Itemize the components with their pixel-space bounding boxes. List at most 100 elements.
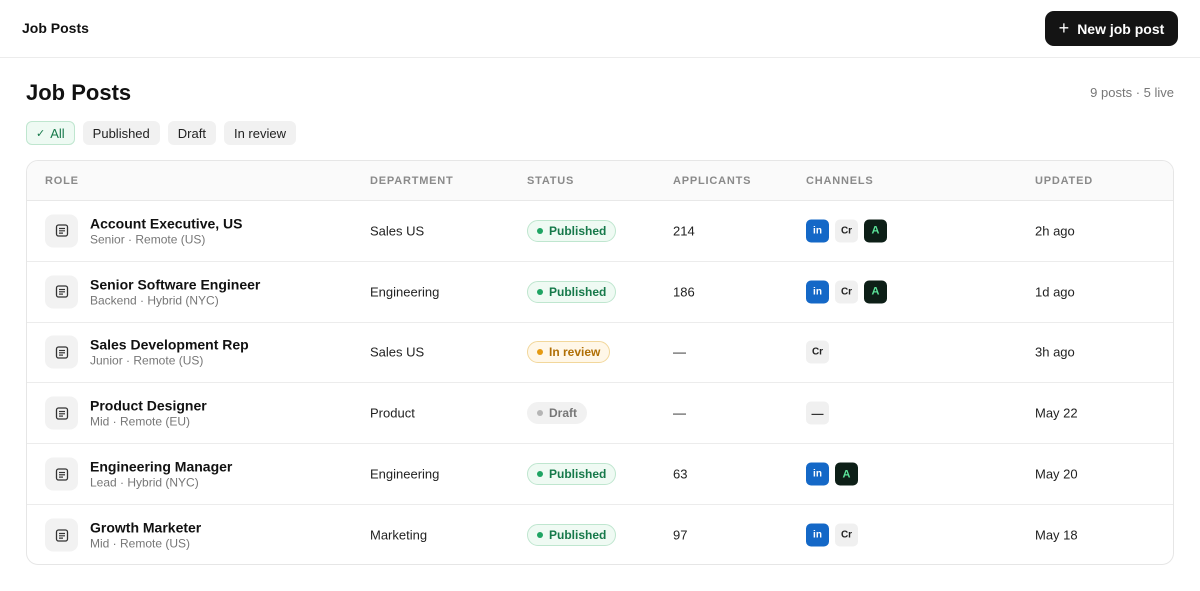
document-icon: [45, 518, 78, 552]
new-job-post-label: New job post: [1077, 20, 1165, 37]
role-cell: Senior Software Engineer Backend · Hybrid…: [45, 275, 260, 309]
status-cell: Published: [527, 524, 617, 547]
column-header-applicants[interactable]: APPLICANTS: [673, 175, 751, 187]
channel-a-icon: A: [835, 462, 858, 486]
document-icon: [45, 335, 78, 369]
role-title[interactable]: Engineering Manager: [90, 458, 232, 476]
role-subtitle: Mid · Remote (EU): [90, 414, 191, 429]
status-dot-icon: [537, 410, 543, 417]
status-dot-icon: [537, 349, 543, 356]
table-row[interactable]: Senior Software Engineer Backend · Hybrid…: [27, 262, 1173, 323]
status-label: Draft: [549, 406, 578, 421]
status-label: Published: [549, 467, 607, 482]
column-header-channels[interactable]: CHANNELS: [806, 175, 874, 187]
applicants-cell: —: [673, 405, 686, 421]
no-channel-icon: —: [806, 401, 829, 425]
status-label: Published: [549, 223, 607, 238]
department-cell: Engineering: [370, 466, 440, 482]
channel-a-icon: A: [864, 219, 887, 243]
status-badge: Published: [527, 524, 617, 547]
role-title[interactable]: Account Executive, US: [90, 214, 243, 232]
status-dot-icon: [537, 471, 543, 478]
updated-cell: May 18: [1035, 527, 1078, 543]
status-cell: Published: [527, 219, 617, 242]
channel-a-icon: A: [864, 280, 887, 304]
table-row[interactable]: Account Executive, US Senior · Remote (US…: [27, 201, 1173, 262]
filter-chip-label: Draft: [177, 125, 206, 141]
role-subtitle: Senior · Remote (US): [90, 232, 206, 247]
applicants-cell: 97: [673, 527, 688, 543]
channels-cell: Cr: [806, 340, 829, 364]
role-title[interactable]: Growth Marketer: [90, 519, 201, 537]
status-label: In review: [549, 345, 601, 360]
status-badge: In review: [527, 341, 611, 364]
department-cell: Marketing: [370, 527, 428, 543]
updated-cell: 2h ago: [1035, 223, 1075, 239]
careers-channel-icon: Cr: [835, 280, 858, 304]
page-title: Job Posts: [26, 80, 132, 105]
plus-icon: +: [1058, 17, 1070, 38]
status-cell: Published: [527, 463, 617, 486]
status-dot-icon: [537, 532, 543, 539]
status-badge: Published: [527, 280, 617, 303]
status-badge: Published: [527, 463, 617, 486]
table-row[interactable]: Growth Marketer Mid · Remote (US) Marketin…: [27, 505, 1173, 564]
careers-channel-icon: Cr: [835, 523, 858, 547]
status-cell: Published: [527, 280, 617, 303]
updated-cell: 1d ago: [1035, 284, 1075, 300]
table-row[interactable]: Sales Development Rep Junior · Remote (US…: [27, 323, 1173, 384]
top-bar: Job Posts + New job post: [0, 0, 1200, 58]
applicants-cell: —: [673, 344, 686, 360]
channels-cell: —: [806, 401, 829, 425]
document-icon: [45, 396, 78, 430]
updated-cell: May 20: [1035, 466, 1078, 482]
role-cell: Growth Marketer Mid · Remote (US): [45, 518, 201, 552]
status-badge: Published: [527, 219, 617, 242]
filter-chip-in-review[interactable]: In review: [223, 121, 296, 145]
role-title[interactable]: Senior Software Engineer: [90, 275, 260, 293]
role-title[interactable]: Sales Development Rep: [90, 336, 249, 354]
status-dot-icon: [537, 288, 543, 295]
app-title: Job Posts: [22, 20, 89, 36]
role-subtitle: Backend · Hybrid (NYC): [90, 293, 219, 308]
channels-cell: in A: [806, 462, 858, 486]
filter-chip-label: Published: [92, 125, 150, 141]
filter-chip-all[interactable]: ✓ All: [26, 121, 75, 145]
new-job-post-button[interactable]: + New job post: [1045, 11, 1178, 46]
status-cell: Draft: [527, 402, 588, 425]
filter-chip-label: All: [50, 125, 65, 141]
column-header-role[interactable]: ROLE: [45, 175, 79, 187]
linkedin-channel-icon: in: [806, 280, 829, 304]
role-subtitle: Lead · Hybrid (NYC): [90, 475, 199, 490]
filter-chip-draft[interactable]: Draft: [167, 121, 216, 145]
careers-channel-icon: Cr: [835, 219, 858, 243]
role-cell: Product Designer Mid · Remote (EU): [45, 396, 207, 430]
table-header: ROLE DEPARTMENT STATUS APPLICANTS CHANNE…: [27, 161, 1173, 201]
column-header-updated[interactable]: UPDATED: [1035, 175, 1093, 187]
role-title[interactable]: Product Designer: [90, 397, 207, 415]
channels-cell: in Cr: [806, 523, 858, 547]
status-filter-group: ✓ All Published Draft In review: [26, 121, 296, 145]
job-posts-table: ROLE DEPARTMENT STATUS APPLICANTS CHANNE…: [26, 160, 1174, 565]
table-row[interactable]: Product Designer Mid · Remote (EU) Product…: [27, 383, 1173, 445]
linkedin-channel-icon: in: [806, 219, 829, 243]
posts-summary: 9 posts · 5 live: [1090, 85, 1174, 100]
document-icon: [45, 214, 78, 248]
role-cell: Engineering Manager Lead · Hybrid (NYC): [45, 457, 232, 491]
role-cell: Sales Development Rep Junior · Remote (US…: [45, 335, 249, 369]
department-cell: Product: [370, 405, 415, 421]
status-label: Published: [549, 284, 607, 299]
table-body: Account Executive, US Senior · Remote (US…: [27, 201, 1173, 564]
linkedin-channel-icon: in: [806, 523, 829, 547]
document-icon: [45, 457, 78, 491]
channels-cell: in Cr A: [806, 219, 887, 243]
linkedin-channel-icon: in: [806, 462, 829, 486]
department-cell: Engineering: [370, 284, 440, 300]
column-header-department[interactable]: DEPARTMENT: [370, 175, 454, 187]
column-header-status[interactable]: STATUS: [527, 175, 574, 187]
table-row[interactable]: Engineering Manager Lead · Hybrid (NYC) En…: [27, 444, 1173, 505]
filter-chip-label: In review: [233, 125, 286, 141]
document-icon: [45, 275, 78, 309]
updated-cell: May 22: [1035, 405, 1078, 421]
filter-chip-published[interactable]: Published: [82, 121, 160, 145]
